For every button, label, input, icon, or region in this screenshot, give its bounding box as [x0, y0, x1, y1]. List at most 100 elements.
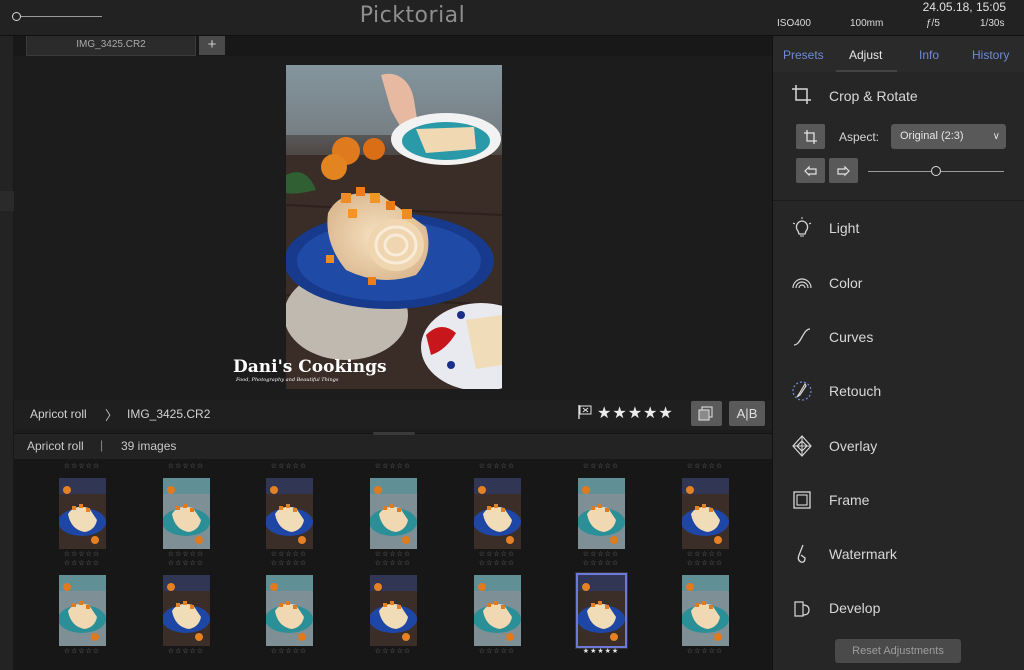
aspect-dropdown[interactable]: Original (2:3) ∨: [891, 124, 1006, 149]
chevron-down-icon: ∨: [992, 131, 1000, 142]
thumbnail-rating-top[interactable]: ☆☆☆☆☆: [134, 559, 238, 567]
filmstrip-separator: |: [100, 438, 104, 452]
exif-shutter: 1/30s: [980, 18, 1005, 29]
filmstrip-thumbnail[interactable]: ☆☆☆☆☆ ☆☆☆☆☆: [237, 559, 341, 655]
thumbnail-rating-top[interactable]: ☆☆☆☆☆: [653, 559, 757, 567]
photo-watermark-subtitle: Food, Photography and Beautiful Things: [236, 377, 339, 383]
rotate-left-button[interactable]: [796, 158, 825, 183]
thumbnail-rating-bottom[interactable]: ☆☆☆☆☆: [341, 550, 445, 558]
filmstrip-thumbnail[interactable]: ☆☆☆☆☆ ☆☆☆☆☆: [134, 559, 238, 655]
thumbnail-rating-top[interactable]: ☆☆☆☆☆: [445, 559, 549, 567]
filmstrip-thumbnail[interactable]: ☆☆☆☆☆ ☆☆☆☆☆: [341, 462, 445, 558]
thumbnail-rating-bottom[interactable]: ★★★★★: [549, 647, 653, 655]
zoom-slider-track[interactable]: [16, 16, 102, 17]
tool-color[interactable]: Color: [773, 256, 1024, 310]
thumbnail-rating-top[interactable]: ☆☆☆☆☆: [653, 462, 757, 470]
compare-button[interactable]: [691, 401, 722, 426]
straighten-slider-knob[interactable]: [931, 166, 941, 176]
filmstrip-thumbnail[interactable]: ☆☆☆☆☆ ☆☆☆☆☆: [30, 462, 134, 558]
filmstrip-thumbnail[interactable]: ☆☆☆☆☆ ☆☆☆☆☆: [653, 559, 757, 655]
crop-button[interactable]: [796, 124, 825, 149]
ab-compare-button[interactable]: A|B: [729, 401, 765, 426]
thumbnail-rating-top[interactable]: ☆☆☆☆☆: [237, 462, 341, 470]
add-tab-button[interactable]: +: [199, 36, 225, 55]
filmstrip-thumbnail[interactable]: ☆☆☆☆☆ ☆☆☆☆☆: [30, 559, 134, 655]
thumbnail-rating-top[interactable]: ☆☆☆☆☆: [445, 462, 549, 470]
thumbnail-rating-bottom[interactable]: ☆☆☆☆☆: [237, 550, 341, 558]
thumbnail-rating-bottom[interactable]: ☆☆☆☆☆: [134, 550, 238, 558]
rainbow-icon: [792, 278, 812, 289]
tab-history[interactable]: History: [972, 48, 1009, 62]
thumbnail-image[interactable]: [578, 478, 625, 549]
thumbnail-rating-bottom[interactable]: ☆☆☆☆☆: [341, 647, 445, 655]
thumbnail-rating-bottom[interactable]: ☆☆☆☆☆: [134, 647, 238, 655]
thumbnail-image[interactable]: [163, 478, 210, 549]
thumbnail-image[interactable]: [474, 478, 521, 549]
active-tab-indicator: [836, 70, 897, 72]
thumbnail-rating-top[interactable]: ☆☆☆☆☆: [341, 559, 445, 567]
tab-presets[interactable]: Presets: [783, 48, 824, 62]
zoom-slider-knob[interactable]: [12, 12, 21, 21]
filmstrip-resize-handle[interactable]: [373, 432, 415, 435]
tool-frame[interactable]: Frame: [773, 473, 1024, 527]
thumbnail-rating-top[interactable]: ☆☆☆☆☆: [134, 462, 238, 470]
thumbnail-image[interactable]: [266, 575, 313, 646]
thumbnail-rating-bottom[interactable]: ☆☆☆☆☆: [237, 647, 341, 655]
thumbnail-image[interactable]: [682, 575, 729, 646]
thumbnail-rating-bottom[interactable]: ☆☆☆☆☆: [445, 550, 549, 558]
thumbnail-rating-top[interactable]: ☆☆☆☆☆: [341, 462, 445, 470]
breadcrumb-album[interactable]: Apricot roll: [30, 407, 87, 421]
tool-retouch[interactable]: Retouch: [773, 364, 1024, 418]
thumbnail-rating-bottom[interactable]: ☆☆☆☆☆: [549, 550, 653, 558]
tab-info[interactable]: Info: [919, 48, 939, 62]
curve-icon: [793, 328, 811, 346]
thumbnail-image[interactable]: [474, 575, 521, 646]
filmstrip-thumbnail[interactable]: ☆☆☆☆☆ ☆☆☆☆☆: [445, 559, 549, 655]
thumbnail-image[interactable]: [682, 478, 729, 549]
tab-adjust[interactable]: Adjust: [849, 48, 882, 62]
exif-focal-length: 100mm: [850, 18, 884, 29]
star-rating[interactable]: ★★★★★: [597, 403, 674, 423]
filmstrip-thumbnail[interactable]: ☆☆☆☆☆ ☆☆☆☆☆: [237, 462, 341, 558]
thumbnail-rating-bottom[interactable]: ☆☆☆☆☆: [653, 550, 757, 558]
thumbnail-rating-bottom[interactable]: ☆☆☆☆☆: [653, 647, 757, 655]
tool-curves[interactable]: Curves: [773, 310, 1024, 364]
thumbnail-image[interactable]: [163, 575, 210, 646]
filmstrip-thumbnail[interactable]: ☆☆☆☆☆ ☆☆☆☆☆: [445, 462, 549, 558]
filmstrip-thumbnail[interactable]: ☆☆☆☆☆ ☆☆☆☆☆: [341, 559, 445, 655]
rotate-right-icon: [837, 165, 850, 177]
thumbnail-rating-bottom[interactable]: ☆☆☆☆☆: [30, 647, 134, 655]
tool-overlay[interactable]: Overlay: [773, 419, 1024, 473]
thumbnail-image[interactable]: [266, 478, 313, 549]
crop-rotate-header[interactable]: Crop & Rotate: [773, 76, 1024, 130]
tool-watermark[interactable]: Watermark: [773, 527, 1024, 581]
tool-light[interactable]: Light: [773, 201, 1024, 255]
filmstrip-thumbnail[interactable]: ☆☆☆☆☆ ☆☆☆☆☆: [653, 462, 757, 558]
thumbnail-rating-top[interactable]: ☆☆☆☆☆: [549, 462, 653, 470]
thumbnail-rating-bottom[interactable]: ☆☆☆☆☆: [445, 647, 549, 655]
thumbnail-image[interactable]: [370, 575, 417, 646]
file-tab[interactable]: IMG_3425.CR2: [26, 36, 196, 56]
reject-flag-icon[interactable]: [578, 405, 594, 419]
thumbnail-image[interactable]: [59, 478, 106, 549]
compare-icon: [698, 406, 713, 421]
rotate-right-button[interactable]: [829, 158, 858, 183]
reset-adjustments-button[interactable]: Reset Adjustments: [835, 639, 961, 663]
thumbnail-rating-top[interactable]: ☆☆☆☆☆: [30, 462, 134, 470]
main-photo[interactable]: [286, 65, 502, 389]
thumbnail-rating-top[interactable]: ☆☆☆☆☆: [549, 559, 653, 567]
thumbnail-image[interactable]: [575, 572, 628, 649]
thumbnail-rating-top[interactable]: ☆☆☆☆☆: [237, 559, 341, 567]
thumbnail-image[interactable]: [370, 478, 417, 549]
filmstrip-thumbnail[interactable]: ☆☆☆☆☆ ☆☆☆☆☆: [134, 462, 238, 558]
filmstrip-thumbnail[interactable]: ☆☆☆☆☆ ☆☆☆☆☆: [549, 462, 653, 558]
app-title: Picktorial: [359, 3, 466, 28]
develop-icon: [794, 601, 810, 617]
filmstrip-thumbnail[interactable]: ☆☆☆☆☆ ★★★★★: [549, 559, 653, 655]
tool-develop[interactable]: Develop: [773, 581, 1024, 635]
thumbnail-rating-top[interactable]: ☆☆☆☆☆: [30, 559, 134, 567]
photo-watermark-title: Dani's Cookings: [233, 357, 387, 377]
thumbnail-image[interactable]: [59, 575, 106, 646]
tool-label-retouch: Retouch: [829, 383, 882, 399]
thumbnail-rating-bottom[interactable]: ☆☆☆☆☆: [30, 550, 134, 558]
